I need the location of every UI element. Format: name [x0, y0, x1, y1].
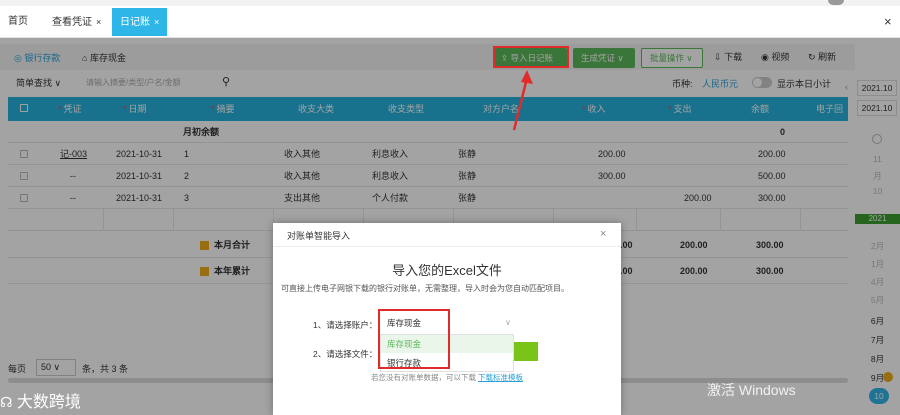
tab-view-voucher[interactable]: 查看凭证 ×	[44, 8, 109, 36]
top-strip	[0, 0, 900, 6]
close-icon[interactable]: ×	[600, 228, 606, 240]
avatar[interactable]	[828, 0, 844, 5]
logo-icon: ☊	[0, 394, 13, 410]
modal-heading: 导入您的Excel文件	[392, 263, 502, 278]
modal-footer: 若您没有对账单数据，可以下载 下载标准模板	[370, 373, 524, 382]
annotation-box	[378, 309, 450, 369]
watermark: ☊ 大数跨境	[0, 394, 81, 411]
close-icon[interactable]: ×	[154, 17, 159, 27]
import-modal: 对账单智能导入 × 导入您的Excel文件 可直接上传电子网银下载的银行对账单，…	[273, 223, 621, 415]
activate-windows-notice: 激活 Windows	[707, 382, 796, 398]
close-icon[interactable]: ×	[96, 17, 101, 27]
modal-description: 可直接上传电子网银下载的银行对账单，无需整理，导入时会为您自动匹配项目。	[281, 284, 569, 293]
annotation-box	[493, 46, 569, 68]
download-template-link[interactable]: 下载标准模板	[478, 373, 523, 382]
upload-file-button[interactable]	[514, 342, 538, 361]
top-tab-bar: 首页 查看凭证 × 日记账 × ×	[0, 0, 900, 38]
tab-journal[interactable]: 日记账 ×	[112, 8, 168, 36]
tab-home[interactable]: 首页	[0, 8, 36, 36]
account-label: 1、请选择账户：	[313, 320, 378, 330]
modal-title: 对账单智能导入	[287, 231, 351, 241]
file-label: 2、请选择文件：	[313, 349, 378, 359]
annotation-arrow-icon	[512, 70, 533, 131]
window-close-icon[interactable]: ×	[884, 14, 892, 29]
chevron-down-icon: ∨	[505, 318, 511, 327]
